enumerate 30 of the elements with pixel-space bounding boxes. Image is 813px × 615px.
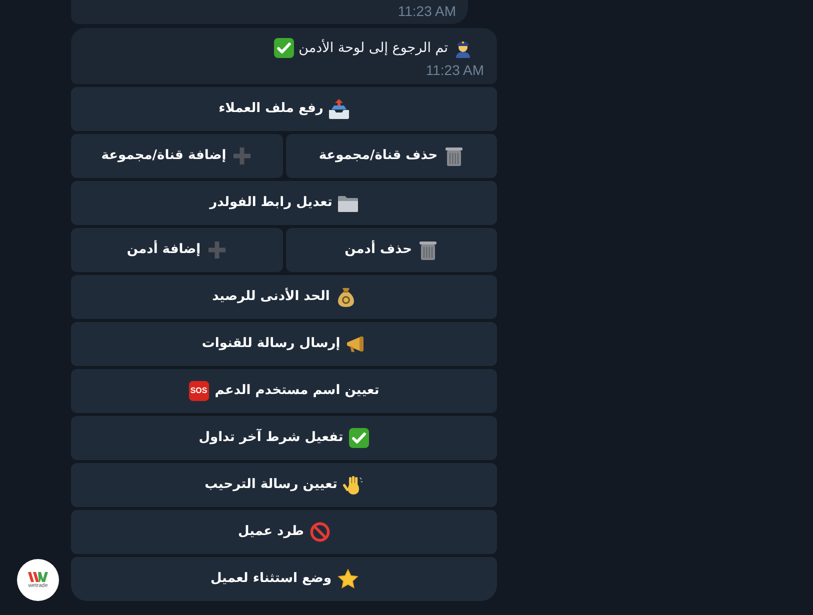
keyboard-button[interactable]: رفع ملف العملاء — [71, 87, 497, 131]
money-bag-icon — [336, 287, 356, 307]
prohibited-icon — [310, 522, 330, 542]
check-mark-icon — [274, 38, 294, 58]
plus-icon — [206, 240, 227, 260]
logo-icon — [28, 571, 48, 583]
keyboard-button[interactable]: إضافة أدمن — [71, 228, 282, 272]
keyboard-button[interactable]: تعديل رابط الفولدر — [71, 181, 497, 225]
keyboard-button[interactable]: طرد عميل — [71, 510, 497, 554]
message-text: تم الرجوع إلى لوحة الأدمن — [298, 38, 448, 58]
message-time: 11:23 AM — [426, 62, 484, 78]
check-mark-icon — [349, 428, 370, 448]
trash-can-icon — [444, 146, 464, 166]
outbox-tray-icon — [329, 99, 350, 119]
keyboard-button[interactable]: إرسال رسالة للقنوات — [71, 322, 497, 366]
folder-icon — [338, 193, 358, 213]
keyboard-button[interactable]: وضع استثناء لعميل — [71, 557, 497, 601]
keyboard-button[interactable]: حذف قناة/مجموعة — [286, 134, 497, 178]
plus-icon — [232, 146, 252, 166]
keyboard-button[interactable]: تعيين رسالة الترحيب — [71, 463, 497, 507]
trash-can-icon — [418, 240, 438, 260]
waving-hand-icon — [343, 475, 364, 495]
message-time: 11:23 AM — [398, 2, 456, 20]
megaphone-icon — [346, 334, 366, 354]
keyboard-button[interactable]: إضافة قناة/مجموعة — [71, 134, 282, 178]
keyboard-button[interactable]: حذف أدمن — [286, 228, 497, 272]
sos-sign: SOS — [188, 381, 209, 401]
keyboard-button[interactable]: الحد الأدنى للرصيد — [71, 275, 497, 319]
star-icon — [338, 569, 358, 589]
keyboard-button[interactable]: تفعيل شرط آخر تداول — [71, 416, 497, 460]
